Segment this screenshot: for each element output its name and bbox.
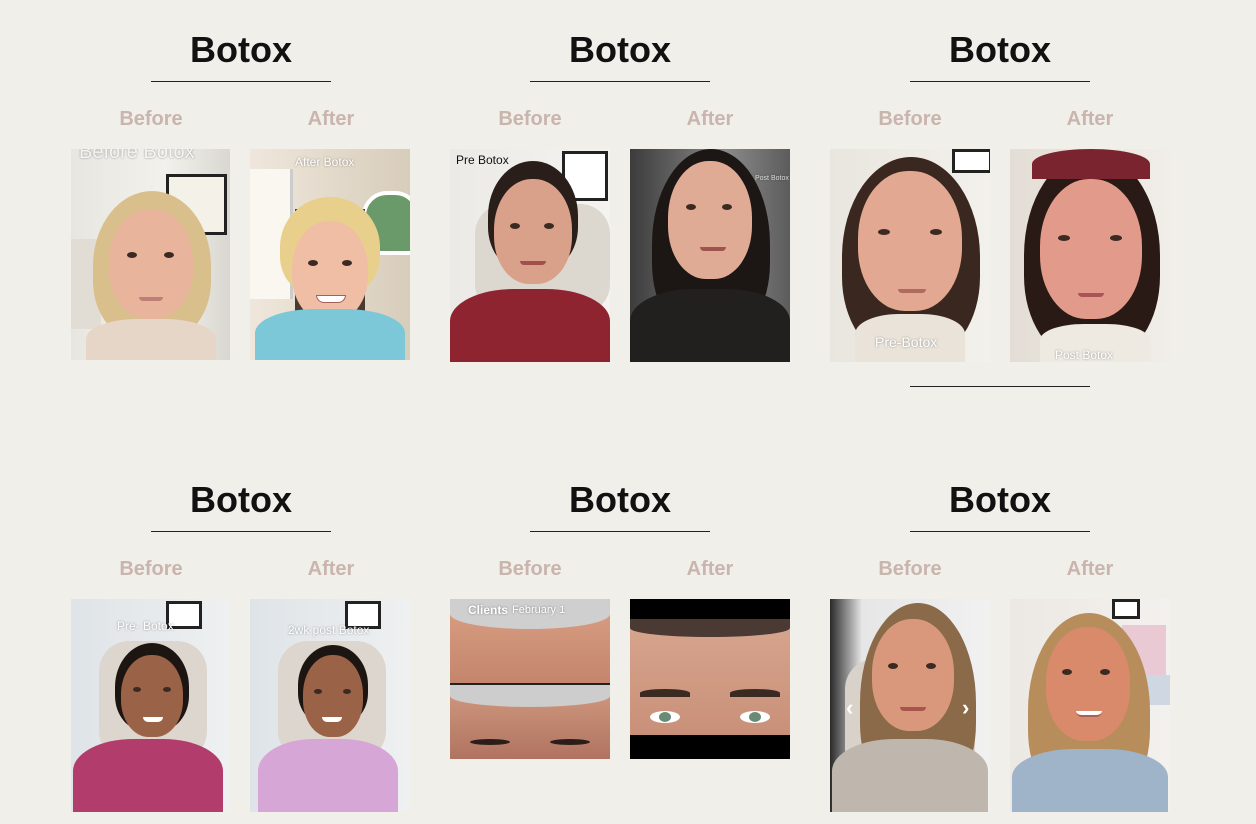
card-title: Botox <box>949 479 1051 520</box>
after-photo[interactable]: After Botox <box>250 149 410 360</box>
after-label: After <box>686 558 734 580</box>
after-photo[interactable]: Post Botox <box>630 149 790 362</box>
after-label: After <box>307 108 355 130</box>
section-divider <box>910 386 1090 387</box>
card-title: Botox <box>190 479 292 520</box>
card-title: Botox <box>190 29 292 70</box>
before-caption: Pre Botox <box>456 153 509 167</box>
before-label: Before <box>878 558 942 580</box>
card-title: Botox <box>569 479 671 520</box>
title-divider <box>530 81 710 82</box>
title-divider <box>151 81 331 82</box>
card-title: Botox <box>949 29 1051 70</box>
title-divider <box>151 531 331 532</box>
card-title: Botox <box>569 29 671 70</box>
before-caption: Pre- Botox <box>117 619 174 633</box>
botox-gallery: Botox Before After Before Botox After Bo… <box>0 0 1256 824</box>
before-photo[interactable]: ‹ › <box>830 599 990 812</box>
before-label: Before <box>498 558 562 580</box>
after-label: After <box>307 558 355 580</box>
before-label: Before <box>119 558 183 580</box>
after-photo[interactable]: Post Botox <box>1010 149 1170 362</box>
after-caption: After Botox <box>295 155 355 169</box>
chevron-left-icon[interactable]: ‹ <box>846 697 853 719</box>
before-label: Before <box>498 108 562 130</box>
before-label: Before <box>878 108 942 130</box>
after-label: After <box>686 108 734 130</box>
before-caption: Before Botox <box>79 149 195 163</box>
before-photo[interactable]: Pre- Botox <box>71 599 230 812</box>
before-caption: Pre-Botox <box>875 334 938 350</box>
before-photo[interactable]: Before Botox <box>71 149 230 360</box>
title-divider <box>910 81 1090 82</box>
before-label: Before <box>119 108 183 130</box>
after-caption: 2wk post Botox <box>288 623 370 637</box>
chevron-right-icon[interactable]: › <box>962 697 969 719</box>
after-photo[interactable] <box>630 599 790 759</box>
after-label: After <box>1066 108 1114 130</box>
after-caption: Post Botox <box>755 175 789 182</box>
title-divider <box>530 531 710 532</box>
after-caption: Post Botox <box>1055 348 1114 362</box>
before-photo[interactable]: Clients February 1 <box>450 599 610 759</box>
title-divider <box>910 531 1090 532</box>
after-photo[interactable] <box>1010 599 1170 812</box>
before-caption: Clients <box>468 603 509 617</box>
after-photo[interactable]: 2wk post Botox <box>250 599 410 812</box>
before-photo[interactable]: Pre Botox <box>450 149 610 362</box>
before-photo[interactable]: Pre-Botox <box>830 149 990 362</box>
after-label: After <box>1066 558 1114 580</box>
before-caption-date: February 1 <box>512 604 566 616</box>
